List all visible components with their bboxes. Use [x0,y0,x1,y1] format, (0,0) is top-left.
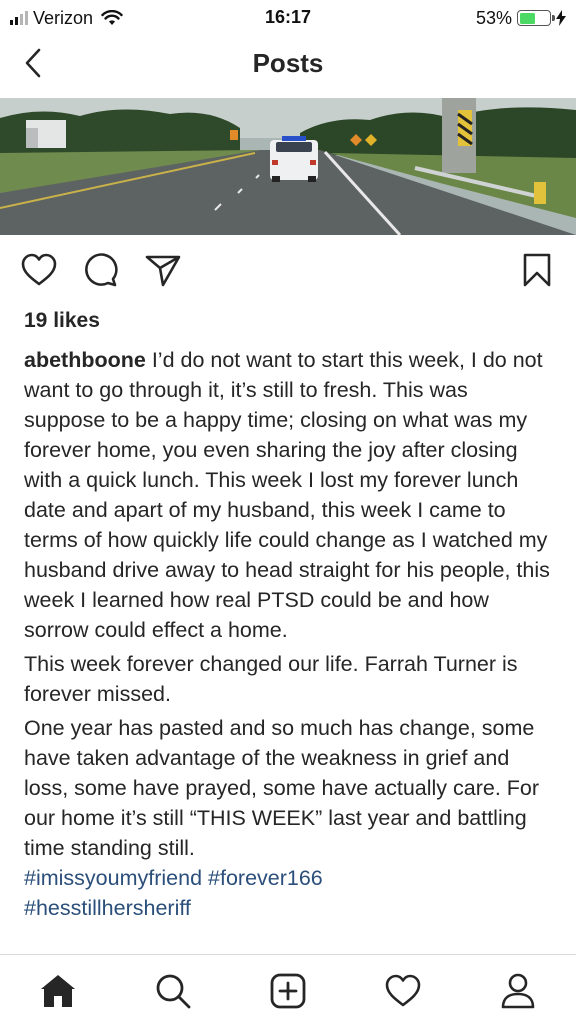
post-caption: abethboone I’d do not want to start this… [24,345,554,927]
hashtag-link[interactable]: #imissyoumyfriend [24,866,202,890]
caption-text-1: I’d do not want to start this week, I do… [24,348,550,642]
page-title: Posts [252,48,324,78]
share-button[interactable] [143,250,183,290]
bookmark-icon [523,253,551,287]
charging-bolt-icon [556,10,566,26]
profile-icon [501,973,535,1009]
activity-heart-icon [385,974,421,1007]
caption-paragraph-2: This week forever changed our life. Farr… [24,652,518,706]
highway-photo [0,98,576,235]
home-icon [41,975,75,1007]
share-icon [145,255,181,287]
battery-percent: 53% [475,7,512,28]
bottom-tab-bar [0,954,576,1024]
add-post-icon [270,973,306,1009]
hashtag-link[interactable]: #hesstillhersheriff [24,896,191,920]
heart-icon [21,253,57,286]
tab-home[interactable] [36,969,80,1013]
status-bar: Verizon 16:17 53% [0,0,576,36]
hashtag-link[interactable]: #forever166 [208,866,323,890]
username-link[interactable]: abethboone [24,348,146,372]
comment-icon [85,253,118,287]
tab-search[interactable] [151,969,195,1013]
tab-new-post[interactable] [266,969,310,1013]
caption-paragraph-3: One year has pasted and so much has chan… [24,713,554,923]
nav-header: Posts [0,36,576,96]
like-count[interactable]: 19 likes [24,309,100,333]
post-image[interactable] [0,98,576,235]
like-button[interactable] [19,250,59,290]
tab-activity[interactable] [381,969,425,1013]
battery-icon [517,10,555,26]
post-actions [0,250,576,294]
caption-paragraph-1: abethboone I’d do not want to start this… [24,345,554,645]
tab-profile[interactable] [496,969,540,1013]
status-right: 53% [476,7,566,29]
caption-text-3: One year has pasted and so much has chan… [24,716,540,860]
comment-button[interactable] [80,250,120,290]
search-icon [156,974,191,1009]
save-button[interactable] [517,250,557,290]
